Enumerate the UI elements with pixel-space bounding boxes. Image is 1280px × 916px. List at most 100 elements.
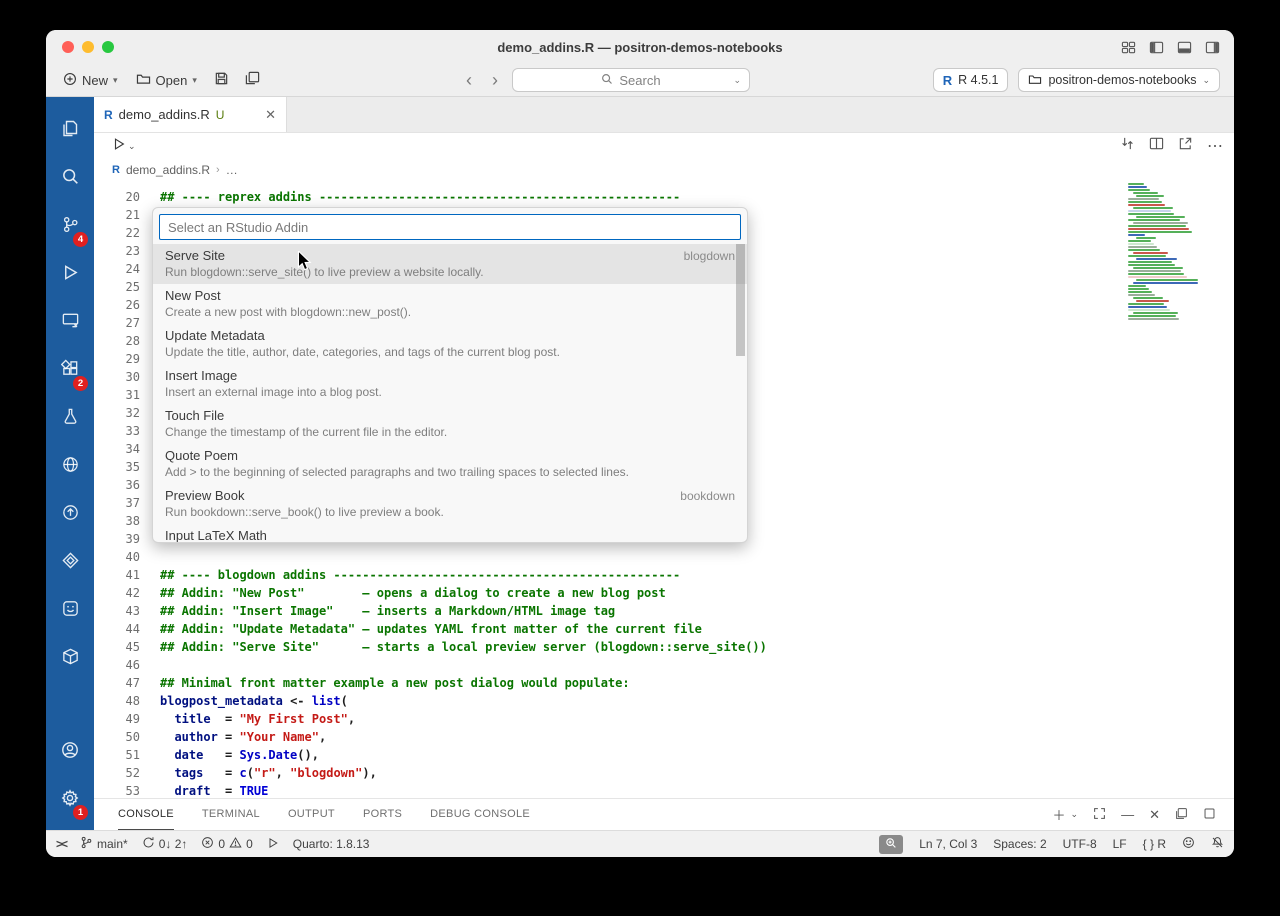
minimap[interactable] [1128,183,1200,321]
code-line[interactable]: 42## Addin: "New Post" — opens a dialog … [94,584,1234,602]
remote-indicator[interactable]: >< [56,837,66,851]
command-center-search[interactable]: Search ⌄ [512,68,750,92]
minimap-line [1136,300,1169,302]
minimize-panel-icon[interactable]: — [1121,807,1134,822]
panel-tab-console[interactable]: CONSOLE [118,799,174,830]
restore-layout-icon[interactable] [1175,807,1188,823]
sidebar-item-explorer[interactable] [46,107,94,155]
task-run-item[interactable] [267,837,279,852]
quickpick-item[interactable]: Input LaTeX Math [153,524,747,542]
quickpick-item[interactable]: Insert ImageInsert an external image int… [153,364,747,404]
sidebar-item-search[interactable] [46,155,94,203]
code-line[interactable]: 52 tags = c("r", "blogdown"), [94,764,1234,782]
close-panel-icon[interactable]: ✕ [1149,807,1160,823]
quickpick-item-description: Create a new post with blogdown::new_pos… [165,305,735,319]
quarto-version-item[interactable]: Quarto: 1.8.13 [293,837,370,851]
zoom-window-button[interactable] [102,41,114,53]
run-file-button[interactable] [112,137,126,156]
quickpick-input[interactable] [159,214,741,240]
git-sync-item[interactable]: 0↓ 2↑ [142,836,188,852]
more-actions-icon[interactable]: ⋯ [1207,136,1224,156]
tab-demo-addins[interactable]: R demo_addins.R U ✕ [94,97,287,132]
code-line[interactable]: 50 author = "Your Name", [94,728,1234,746]
sidebar-item-packages[interactable] [46,635,94,683]
code-line[interactable]: 49 title = "My First Post", [94,710,1234,728]
code-line[interactable]: 45## Addin: "Serve Site" — starts a loca… [94,638,1234,656]
code-line[interactable]: 47## Minimal front matter example a new … [94,674,1234,692]
close-window-button[interactable] [62,41,74,53]
tab-close-icon[interactable]: ✕ [265,107,276,123]
workspace-button[interactable]: positron-demos-notebooks ⌄ [1018,68,1220,92]
minimap-line [1136,237,1156,239]
line-number: 43 [94,602,140,620]
toggle-panel-icon[interactable] [1177,40,1192,55]
git-branch-item[interactable]: main* [80,836,128,852]
chevron-down-icon[interactable]: ⌄ [733,75,741,86]
encoding-item[interactable]: UTF-8 [1063,837,1097,851]
code-line[interactable]: 48blogpost_metadata <- list( [94,692,1234,710]
sidebar-item-sessions[interactable] [46,299,94,347]
run-dropdown-icon[interactable]: ⌄ [128,141,136,152]
code-line[interactable]: 40 [94,548,1234,566]
feedback-item[interactable] [1182,836,1195,852]
quickpick-item[interactable]: Serve SiteblogdownRun blogdown::serve_si… [153,244,747,284]
sidebar-item-run-debug[interactable] [46,251,94,299]
customize-layout-icon[interactable] [1121,40,1136,55]
split-editor-icon[interactable] [1149,136,1164,156]
sidebar-item-publish[interactable] [46,491,94,539]
quickpick-item[interactable]: Touch FileChange the timestamp of the cu… [153,404,747,444]
chevron-down-icon[interactable]: ⌄ [1071,809,1079,820]
open-in-new-window-icon[interactable] [1178,136,1193,156]
breadcrumb-file[interactable]: demo_addins.R [126,163,210,177]
quickpick-item[interactable]: Preview BookbookdownRun bookdown::serve_… [153,484,747,524]
breadcrumb-symbol[interactable]: … [226,163,238,177]
code-line[interactable]: 41## ---- blogdown addins --------------… [94,566,1234,584]
sidebar-item-testing[interactable] [46,395,94,443]
quickpick-scrollbar[interactable] [736,244,745,356]
code-line[interactable]: 46 [94,656,1234,674]
problems-item[interactable]: 0 0 [201,836,252,852]
save-button[interactable] [208,68,235,92]
account-button[interactable] [46,728,94,776]
r-interpreter-button[interactable]: R R 4.5.1 [933,68,1009,92]
code-line[interactable]: 43## Addin: "Insert Image" — inserts a M… [94,602,1234,620]
maximize-panel-icon[interactable] [1093,807,1106,823]
panel-tab-terminal[interactable]: TERMINAL [202,799,260,830]
code-line[interactable]: 51 date = Sys.Date(), [94,746,1234,764]
sidebar-item-extensions[interactable]: 2 [46,347,94,395]
toggle-primary-sidebar-icon[interactable] [1149,40,1164,55]
minimap-line [1136,279,1198,281]
code-line[interactable]: 20## ---- reprex addins ----------------… [94,188,1234,206]
eol-item[interactable]: LF [1113,837,1127,851]
diff-icon[interactable] [1120,136,1135,156]
minimize-window-button[interactable] [82,41,94,53]
code-line[interactable]: 53 draft = TRUE [94,782,1234,798]
quickpick-item[interactable]: Quote PoemAdd > to the beginning of sele… [153,444,747,484]
quickpick-item[interactable]: New PostCreate a new post with blogdown:… [153,284,747,324]
language-mode-item[interactable]: { } R [1143,837,1166,851]
code-line[interactable]: 44## Addin: "Update Metadata" — updates … [94,620,1234,638]
open-button[interactable]: Open ▾ [129,69,204,91]
minimap-line [1128,309,1170,311]
navigate-forward-icon[interactable]: › [486,71,504,89]
notifications-item[interactable] [1211,836,1224,852]
indentation-item[interactable]: Spaces: 2 [993,837,1046,851]
zoom-button[interactable] [879,835,903,854]
navigate-back-icon[interactable]: ‹ [460,71,478,89]
save-all-icon-button[interactable] [239,68,266,92]
toggle-secondary-sidebar-icon[interactable] [1205,40,1220,55]
editor-action-bar: ⌄ ⋯ [94,133,1234,159]
panel-tab-output[interactable]: OUTPUT [288,799,335,830]
panel-tab-debug-console[interactable]: DEBUG CONSOLE [430,799,530,830]
settings-button[interactable]: 1 [46,776,94,824]
maximize-window-icon[interactable] [1203,807,1216,823]
sidebar-item-source-control[interactable]: 4 [46,203,94,251]
sidebar-item-huggingface[interactable] [46,587,94,635]
new-console-icon[interactable]: ＋ [1053,805,1066,824]
quickpick-item[interactable]: Update MetadataUpdate the title, author,… [153,324,747,364]
cursor-position-item[interactable]: Ln 7, Col 3 [919,837,977,851]
new-file-button[interactable]: New ▾ [56,69,125,92]
sidebar-item-connections[interactable] [46,539,94,587]
panel-tab-ports[interactable]: PORTS [363,799,402,830]
sidebar-item-help[interactable] [46,443,94,491]
